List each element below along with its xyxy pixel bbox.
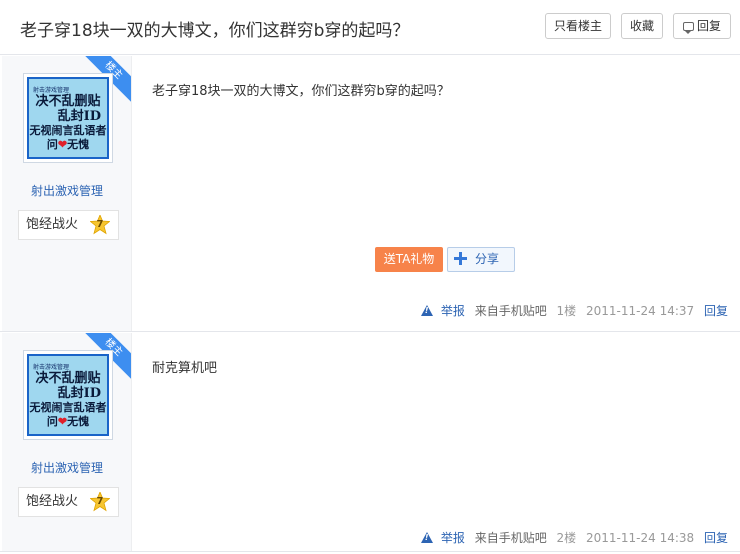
avatar-text-line: 无视闹言乱语者	[29, 123, 107, 137]
post-1: 楼主 射击游戏管理 决不乱删贴 乱封ID 无视闹言乱语者 问❤无愧 射出激戏管理…	[0, 56, 740, 332]
member-title-badge[interactable]: 饱经战火 7	[18, 210, 119, 240]
report-link[interactable]: 举报	[420, 304, 465, 318]
avatar-text-line: 无视闹言乱语者	[29, 400, 107, 414]
floor-number: 1楼	[556, 304, 577, 318]
avatar-text-fragment: 无愧	[67, 137, 90, 151]
share-label: 分享	[475, 252, 500, 266]
send-gift-button[interactable]: 送TA礼物	[375, 247, 443, 272]
post-2: 楼主 射击游戏管理 决不乱删贴 乱封ID 无视闹言乱语者 问❤无愧 射出激戏管理…	[0, 333, 740, 552]
thread-header: 老子穿18块一双的大博文，你们这群穷b穿的起吗？ 只看楼主 收藏 回复	[0, 0, 740, 55]
avatar-text-line: 决不乱删贴	[35, 370, 101, 386]
post-time: 2011-11-24 14:38	[586, 531, 695, 545]
avatar-image: 射击游戏管理 决不乱删贴 乱封ID 无视闹言乱语者 问❤无愧	[27, 354, 109, 436]
username-link[interactable]: 射出激戏管理	[2, 459, 131, 476]
share-button[interactable]: 分享	[447, 247, 515, 272]
author-sidebar: 楼主 射击游戏管理 决不乱删贴 乱封ID 无视闹言乱语者 问❤无愧 射出激戏管理…	[2, 333, 132, 551]
level-number: 7	[96, 496, 104, 507]
client-source[interactable]: 来自手机贴吧	[475, 531, 547, 545]
avatar-text-line: 乱封ID	[57, 108, 101, 124]
report-link[interactable]: 举报	[420, 531, 465, 545]
level-number: 7	[96, 219, 104, 230]
client-source[interactable]: 来自手机贴吧	[475, 304, 547, 318]
reply-button[interactable]: 回复	[673, 13, 731, 39]
avatar[interactable]: 射击游戏管理 决不乱删贴 乱封ID 无视闹言乱语者 问❤无愧	[23, 73, 113, 163]
heart-icon: ❤	[57, 137, 68, 151]
member-title: 饱经战火	[26, 217, 79, 232]
warning-icon	[420, 305, 433, 316]
reply-button-label: 回复	[696, 19, 721, 33]
only-op-button[interactable]: 只看楼主	[545, 13, 611, 39]
username-link[interactable]: 射出激戏管理	[2, 182, 131, 199]
report-label: 举报	[440, 304, 465, 318]
avatar-image: 射击游戏管理 决不乱删贴 乱封ID 无视闹言乱语者 问❤无愧	[27, 77, 109, 159]
heart-icon: ❤	[57, 414, 68, 428]
star-icon: 7	[89, 213, 111, 235]
post-content: 老子穿18块一双的大博文，你们这群穷b穿的起吗？	[152, 84, 450, 99]
plus-icon	[454, 252, 467, 265]
comment-icon	[682, 22, 694, 34]
avatar-text-fragment: 问	[46, 414, 58, 428]
star-icon: 7	[89, 490, 111, 512]
post-content: 耐克算机吧	[152, 361, 218, 376]
favorite-button[interactable]: 收藏	[621, 13, 663, 39]
warning-icon	[420, 532, 433, 543]
post-meta: 举报 来自手机贴吧 1楼 2011-11-24 14:37 回复	[415, 302, 728, 319]
member-title-badge[interactable]: 饱经战火 7	[18, 487, 119, 517]
floor-number: 2楼	[556, 531, 577, 545]
avatar-text-line: 乱封ID	[57, 385, 101, 401]
author-sidebar: 楼主 射击游戏管理 决不乱删贴 乱封ID 无视闹言乱语者 问❤无愧 射出激戏管理…	[2, 56, 132, 331]
avatar-text-line: 射击游戏管理	[33, 363, 70, 371]
report-label: 举报	[440, 531, 465, 545]
avatar-text-line: 问❤无愧	[47, 415, 89, 429]
post-time: 2011-11-24 14:37	[586, 304, 695, 318]
avatar-text-line: 问❤无愧	[47, 138, 89, 152]
avatar-text-fragment: 无愧	[67, 414, 90, 428]
avatar-text-line: 决不乱删贴	[35, 93, 101, 109]
avatar[interactable]: 射击游戏管理 决不乱删贴 乱封ID 无视闹言乱语者 问❤无愧	[23, 350, 113, 440]
reply-link[interactable]: 回复	[704, 531, 728, 545]
member-title: 饱经战火	[26, 494, 79, 509]
avatar-text-line: 射击游戏管理	[33, 86, 70, 94]
reply-link[interactable]: 回复	[704, 304, 728, 318]
thread-title: 老子穿18块一双的大博文，你们这群穷b穿的起吗？	[20, 21, 410, 41]
post-meta: 举报 来自手机贴吧 2楼 2011-11-24 14:38 回复	[415, 529, 728, 546]
avatar-text-fragment: 问	[46, 137, 58, 151]
